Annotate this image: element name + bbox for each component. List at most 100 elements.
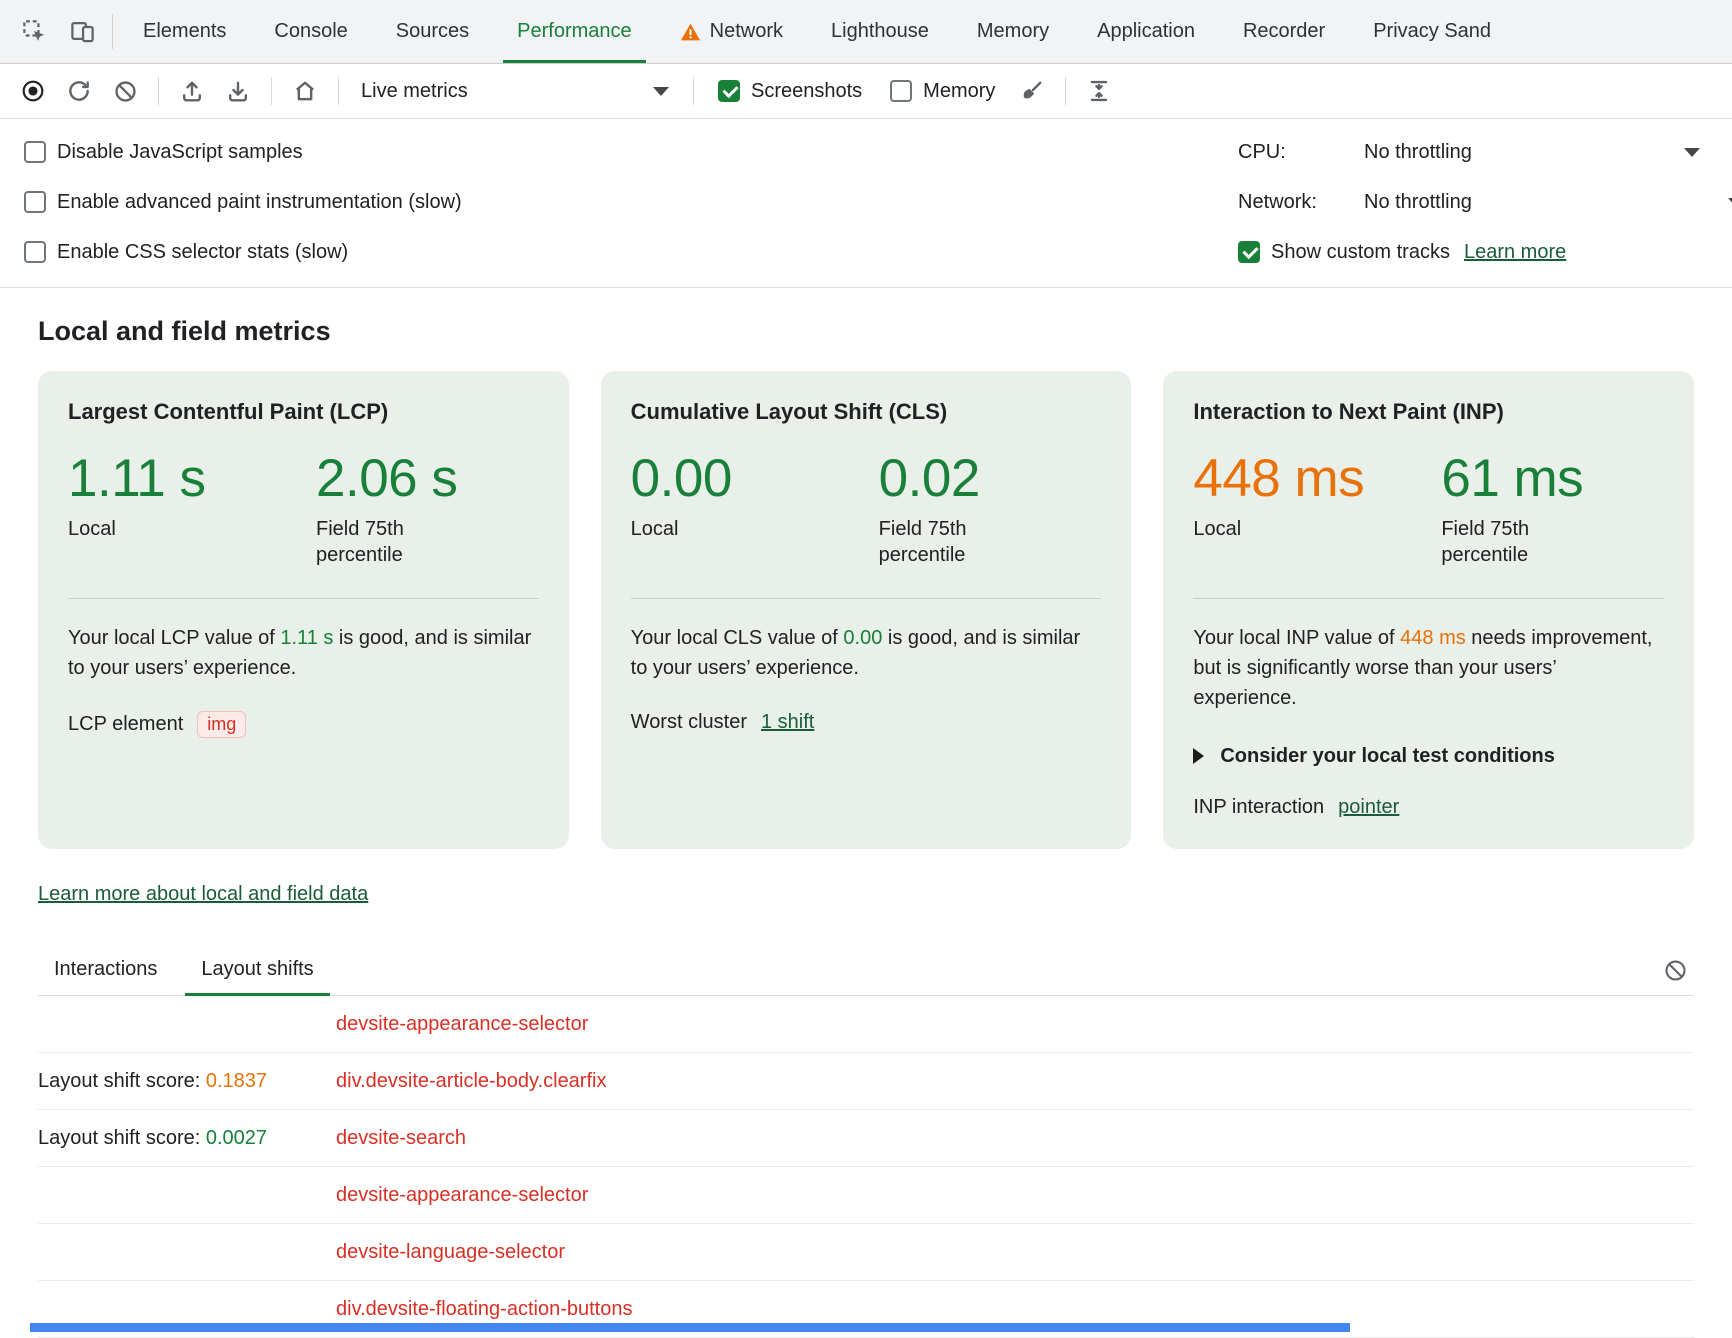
cpu-throttling-select[interactable]: CPU: No throttling (1238, 127, 1732, 177)
tab-sources[interactable]: Sources (372, 0, 493, 63)
cls-field: 0.02 Field 75th percentile (879, 451, 1102, 568)
disable-js-samples-checkbox[interactable]: Disable JavaScript samples (24, 141, 303, 164)
tab-console[interactable]: Console (250, 0, 371, 63)
tab-recorder[interactable]: Recorder (1219, 0, 1349, 63)
live-metrics-log: Interactions Layout shifts devsite-appea… (38, 946, 1694, 1338)
layout-shift-row[interactable]: devsite-appearance-selector (38, 996, 1694, 1053)
worst-cluster-link[interactable]: 1 shift (761, 711, 814, 734)
throttling-settings: CPU: No throttling Network: No throttlin… (1238, 127, 1732, 277)
checkbox-unchecked-icon (890, 80, 912, 102)
panel-mode-select[interactable]: Live metrics (351, 71, 681, 111)
tab-privacy-sandbox[interactable]: Privacy Sand (1349, 0, 1515, 63)
clear-button[interactable] (104, 71, 146, 111)
tab-label: Network (710, 20, 783, 43)
cls-local-label: Local (631, 516, 763, 542)
metric-cards: Largest Contentful Paint (LCP) 1.11 s Lo… (38, 371, 1694, 849)
tab-lighthouse[interactable]: Lighthouse (807, 0, 953, 63)
device-toolbar-button[interactable] (58, 0, 106, 63)
lcp-field-value: 2.06 s (316, 451, 539, 507)
divider (271, 77, 272, 105)
circle-slash-icon (113, 79, 138, 104)
layout-shift-row[interactable]: devsite-appearance-selector (38, 1167, 1694, 1224)
save-profile-button[interactable] (217, 71, 259, 111)
tab-label: Lighthouse (831, 20, 929, 43)
css-selector-stats-checkbox[interactable]: Enable CSS selector stats (slow) (24, 241, 348, 264)
clear-log-button[interactable] (1656, 951, 1694, 989)
layout-shift-row[interactable]: Layout shift score: 0.1837 div.devsite-a… (38, 1053, 1694, 1110)
network-throttling-value: No throttling (1364, 191, 1472, 214)
performance-toolbar: Live metrics Screenshots Memory (0, 64, 1732, 119)
capture-settings: Disable JavaScript samples Enable advanc… (0, 119, 1732, 288)
worst-cluster-label: Worst cluster (631, 711, 747, 734)
lcp-element-link[interactable]: img (197, 711, 246, 738)
collect-garbage-button[interactable] (1011, 71, 1053, 111)
advanced-paint-checkbox[interactable]: Enable advanced paint instrumentation (s… (24, 191, 462, 214)
screenshots-checkbox[interactable]: Screenshots (706, 80, 874, 103)
score-cell: Layout shift score: 0.1837 (38, 1070, 336, 1093)
cls-inline-value: 0.00 (843, 627, 882, 649)
tab-elements[interactable]: Elements (119, 0, 250, 63)
element-link[interactable]: devsite-appearance-selector (336, 1184, 588, 1207)
element-link[interactable]: devsite-language-selector (336, 1241, 565, 1264)
broom-icon (1019, 78, 1045, 104)
caret-down-icon (653, 87, 669, 96)
checkbox-unchecked-icon (24, 241, 46, 263)
tab-network[interactable]: Network (656, 0, 807, 63)
divider (1065, 77, 1066, 105)
cpu-throttling-value: No throttling (1364, 141, 1472, 164)
score-label: Layout shift score: (38, 1070, 206, 1092)
download-icon (225, 78, 251, 104)
cls-field-label: Field 75th percentile (879, 516, 1011, 568)
network-throttling-select[interactable]: Network: No throttling (1238, 177, 1732, 227)
lcp-local: 1.11 s Local (68, 451, 316, 568)
tab-application[interactable]: Application (1073, 0, 1219, 63)
tab-interactions[interactable]: Interactions (38, 946, 173, 995)
cls-card-title: Cumulative Layout Shift (CLS) (631, 399, 1102, 425)
score-cell: Layout shift score: 0.0027 (38, 1127, 336, 1150)
inp-local-label: Local (1193, 516, 1325, 542)
option-label: Disable JavaScript samples (57, 141, 303, 164)
refresh-icon (66, 78, 92, 104)
checkbox-unchecked-icon (24, 141, 46, 163)
layout-shift-row[interactable]: devsite-language-selector (38, 1224, 1694, 1281)
inspect-element-button[interactable] (10, 0, 58, 63)
lcp-card-title: Largest Contentful Paint (LCP) (68, 399, 539, 425)
cls-card: Cumulative Layout Shift (CLS) 0.00 Local… (601, 371, 1132, 849)
element-link[interactable]: devsite-search (336, 1127, 466, 1150)
tab-label: Performance (517, 20, 632, 43)
tab-label: Layout shifts (201, 958, 313, 980)
divider (338, 77, 339, 105)
inp-field-label: Field 75th percentile (1441, 516, 1573, 568)
checkbox-checked-icon (1238, 241, 1260, 263)
element-link[interactable]: div.devsite-article-body.clearfix (336, 1070, 606, 1093)
record-button[interactable] (12, 71, 54, 111)
upload-icon (179, 78, 205, 104)
warning-triangle-icon (680, 22, 701, 42)
fit-tracks-button[interactable] (1078, 71, 1120, 111)
learn-more-local-field-link[interactable]: Learn more about local and field data (38, 883, 368, 906)
layout-shift-row[interactable]: Layout shift score: 0.0027 devsite-searc… (38, 1110, 1694, 1167)
network-label: Network: (1238, 191, 1350, 214)
memory-checkbox[interactable]: Memory (878, 80, 1007, 103)
home-button[interactable] (284, 71, 326, 111)
element-link[interactable]: devsite-appearance-selector (336, 1013, 588, 1036)
local-test-conditions-toggle[interactable]: Consider your local test conditions (1193, 745, 1664, 768)
element-link[interactable]: div.devsite-floating-action-buttons (336, 1298, 632, 1321)
tab-layout-shifts[interactable]: Layout shifts (185, 946, 329, 995)
load-profile-button[interactable] (171, 71, 213, 111)
lcp-element-label: LCP element (68, 713, 183, 736)
local-test-conditions-label: Consider your local test conditions (1220, 745, 1555, 768)
tab-memory[interactable]: Memory (953, 0, 1073, 63)
tab-performance[interactable]: Performance (493, 0, 656, 63)
show-custom-tracks-checkbox[interactable]: Show custom tracks (1238, 241, 1450, 264)
horizontal-scrollbar-thumb[interactable] (30, 1323, 1350, 1332)
lcp-card: Largest Contentful Paint (LCP) 1.11 s Lo… (38, 371, 569, 849)
screenshots-label: Screenshots (751, 80, 862, 103)
option-label: Enable CSS selector stats (slow) (57, 241, 348, 264)
record-and-reload-button[interactable] (58, 71, 100, 111)
inp-interaction-link[interactable]: pointer (1338, 796, 1399, 819)
lcp-field: 2.06 s Field 75th percentile (316, 451, 539, 568)
learn-more-link[interactable]: Learn more (1464, 241, 1566, 264)
inp-local: 448 ms Local (1193, 451, 1441, 568)
tab-label: Elements (143, 20, 226, 43)
